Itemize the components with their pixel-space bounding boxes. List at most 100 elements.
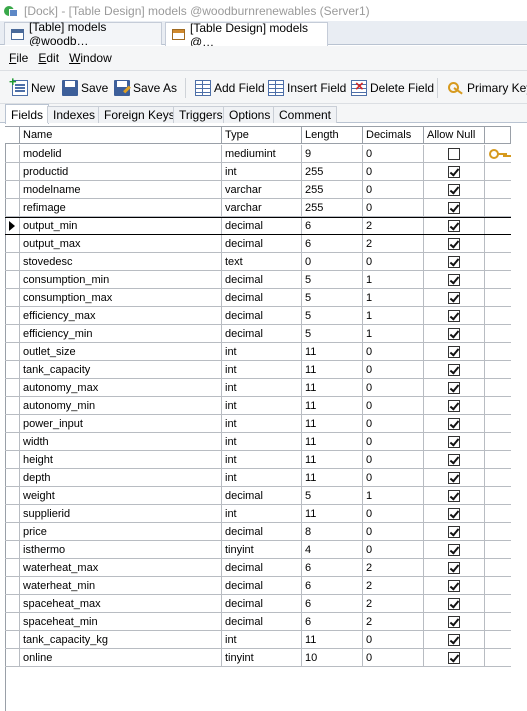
field-type-cell[interactable]: int xyxy=(222,361,302,378)
allow-null-checkbox[interactable] xyxy=(448,291,460,304)
doc-tab-table-models[interactable]: [Table] models @woodb… xyxy=(4,20,162,48)
key-cell[interactable] xyxy=(485,595,511,612)
insert-field-button[interactable]: Insert Field xyxy=(268,77,346,99)
menu-window[interactable]: Window xyxy=(69,51,112,65)
allow-null-checkbox[interactable] xyxy=(448,381,460,394)
key-cell[interactable] xyxy=(485,271,511,288)
field-length-cell[interactable]: 11 xyxy=(302,631,363,648)
allow-null-checkbox[interactable] xyxy=(448,220,460,232)
table-row[interactable]: consumption_min decimal 5 1 xyxy=(5,271,511,289)
field-decimals-cell[interactable]: 0 xyxy=(363,469,424,486)
field-length-cell[interactable]: 4 xyxy=(302,541,363,558)
field-decimals-cell[interactable]: 0 xyxy=(363,253,424,270)
key-cell[interactable] xyxy=(485,361,511,378)
field-name-cell[interactable]: efficiency_min xyxy=(20,325,222,342)
allow-null-checkbox[interactable] xyxy=(448,201,460,214)
table-row[interactable]: weight decimal 5 1 xyxy=(5,487,511,505)
field-type-cell[interactable]: int xyxy=(222,469,302,486)
allow-null-checkbox[interactable] xyxy=(448,309,460,322)
field-decimals-cell[interactable]: 0 xyxy=(363,649,424,666)
table-row[interactable]: price decimal 8 0 xyxy=(5,523,511,541)
key-cell[interactable] xyxy=(485,577,511,594)
field-name-cell[interactable]: modelname xyxy=(20,181,222,198)
field-name-cell[interactable]: online xyxy=(20,649,222,666)
key-cell[interactable] xyxy=(485,181,511,198)
field-type-cell[interactable]: tinyint xyxy=(222,541,302,558)
field-type-cell[interactable]: tinyint xyxy=(222,649,302,666)
key-cell[interactable] xyxy=(485,433,511,450)
field-decimals-cell[interactable]: 1 xyxy=(363,289,424,306)
field-decimals-cell[interactable]: 2 xyxy=(363,218,424,234)
row-indicator[interactable] xyxy=(5,289,20,306)
row-indicator[interactable] xyxy=(5,379,20,396)
row-indicator[interactable] xyxy=(5,505,20,522)
field-type-cell[interactable]: decimal xyxy=(222,271,302,288)
field-decimals-cell[interactable]: 0 xyxy=(363,181,424,198)
field-name-cell[interactable]: waterheat_max xyxy=(20,559,222,576)
table-row[interactable]: output_min decimal 6 2 xyxy=(5,217,511,235)
field-type-cell[interactable]: decimal xyxy=(222,487,302,504)
tab-fields[interactable]: Fields xyxy=(5,104,50,124)
key-cell[interactable] xyxy=(485,253,511,270)
field-type-cell[interactable]: int xyxy=(222,397,302,414)
table-row[interactable]: tank_capacity int 11 0 xyxy=(5,361,511,379)
field-type-cell[interactable]: decimal xyxy=(222,523,302,540)
field-length-cell[interactable]: 9 xyxy=(302,145,363,162)
row-indicator[interactable] xyxy=(5,415,20,432)
column-header-length[interactable]: Length xyxy=(302,127,363,143)
field-decimals-cell[interactable]: 0 xyxy=(363,379,424,396)
table-row[interactable]: spaceheat_max decimal 6 2 xyxy=(5,595,511,613)
key-cell[interactable] xyxy=(485,523,511,540)
field-name-cell[interactable]: modelid xyxy=(20,145,222,162)
field-decimals-cell[interactable]: 0 xyxy=(363,631,424,648)
table-row[interactable]: waterheat_min decimal 6 2 xyxy=(5,577,511,595)
field-length-cell[interactable]: 255 xyxy=(302,163,363,180)
column-header-allow-null[interactable]: Allow Null xyxy=(424,127,485,143)
allow-null-checkbox[interactable] xyxy=(448,453,460,466)
table-row[interactable]: spaceheat_min decimal 6 2 xyxy=(5,613,511,631)
field-type-cell[interactable]: int xyxy=(222,343,302,360)
primary-key-button[interactable]: Primary Key xyxy=(448,77,527,99)
table-row[interactable]: outlet_size int 11 0 xyxy=(5,343,511,361)
field-length-cell[interactable]: 11 xyxy=(302,343,363,360)
allow-null-checkbox[interactable] xyxy=(448,165,460,178)
field-length-cell[interactable]: 6 xyxy=(302,218,363,234)
allow-null-checkbox[interactable] xyxy=(448,435,460,448)
field-decimals-cell[interactable]: 0 xyxy=(363,163,424,180)
field-length-cell[interactable]: 11 xyxy=(302,451,363,468)
row-indicator[interactable] xyxy=(5,343,20,360)
row-indicator[interactable] xyxy=(5,271,20,288)
row-indicator[interactable] xyxy=(5,325,20,342)
row-indicator[interactable] xyxy=(5,253,20,270)
table-row[interactable]: efficiency_max decimal 5 1 xyxy=(5,307,511,325)
field-type-cell[interactable]: decimal xyxy=(222,235,302,252)
field-type-cell[interactable]: int xyxy=(222,415,302,432)
field-name-cell[interactable]: tank_capacity xyxy=(20,361,222,378)
table-row[interactable]: isthermo tinyint 4 0 xyxy=(5,541,511,559)
key-cell[interactable] xyxy=(485,379,511,396)
table-row[interactable]: consumption_max decimal 5 1 xyxy=(5,289,511,307)
field-type-cell[interactable]: int xyxy=(222,451,302,468)
allow-null-checkbox[interactable] xyxy=(448,273,460,286)
field-name-cell[interactable]: tank_capacity_kg xyxy=(20,631,222,648)
field-decimals-cell[interactable]: 0 xyxy=(363,361,424,378)
column-header-name[interactable]: Name xyxy=(20,127,222,143)
allow-null-checkbox[interactable] xyxy=(448,489,460,502)
field-decimals-cell[interactable]: 1 xyxy=(363,271,424,288)
field-decimals-cell[interactable]: 1 xyxy=(363,307,424,324)
table-row[interactable]: modelname varchar 255 0 xyxy=(5,181,511,199)
field-length-cell[interactable]: 255 xyxy=(302,181,363,198)
field-decimals-cell[interactable]: 0 xyxy=(363,199,424,216)
row-indicator[interactable] xyxy=(5,649,20,666)
field-length-cell[interactable]: 5 xyxy=(302,325,363,342)
field-type-cell[interactable]: decimal xyxy=(222,218,302,234)
key-cell[interactable] xyxy=(485,218,511,234)
allow-null-checkbox[interactable] xyxy=(448,507,460,520)
field-decimals-cell[interactable]: 0 xyxy=(363,505,424,522)
row-indicator[interactable] xyxy=(5,595,20,612)
field-length-cell[interactable]: 5 xyxy=(302,289,363,306)
field-name-cell[interactable]: refimage xyxy=(20,199,222,216)
field-type-cell[interactable]: int xyxy=(222,379,302,396)
field-name-cell[interactable]: efficiency_max xyxy=(20,307,222,324)
tab-options[interactable]: Options xyxy=(223,106,277,123)
